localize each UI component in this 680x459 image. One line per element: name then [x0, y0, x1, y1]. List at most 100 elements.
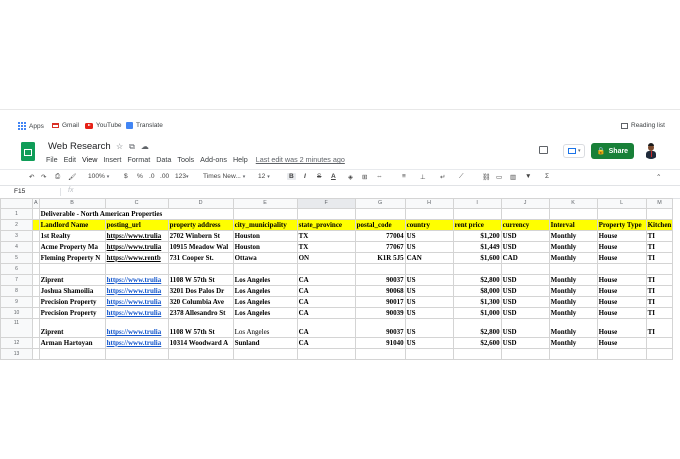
cell[interactable]: House: [596, 252, 647, 264]
cell[interactable]: [32, 337, 40, 349]
bookmark-gmail[interactable]: Gmail: [52, 122, 79, 129]
name-box[interactable]: F15: [14, 188, 25, 195]
cell[interactable]: [296, 263, 356, 275]
header-cell[interactable]: Interval: [548, 219, 598, 231]
url-cell[interactable]: https://www.trulia: [104, 296, 169, 308]
cell[interactable]: US: [404, 318, 454, 338]
cell[interactable]: 77004: [354, 230, 406, 242]
cell[interactable]: $1,300: [452, 296, 502, 308]
column-header[interactable]: G: [354, 198, 406, 209]
row-header[interactable]: 9: [0, 296, 33, 308]
cell[interactable]: [500, 208, 550, 220]
cell[interactable]: Monthly: [548, 274, 598, 286]
cell[interactable]: [104, 348, 169, 360]
cell[interactable]: $1,000: [452, 307, 502, 319]
cell[interactable]: US: [404, 274, 454, 286]
url-cell[interactable]: https://www.trulia: [104, 318, 169, 338]
cell[interactable]: TI: [645, 318, 674, 338]
cell[interactable]: [32, 348, 40, 360]
percent-button[interactable]: %: [137, 173, 143, 180]
insert-comment-icon[interactable]: ▭: [496, 173, 502, 181]
cell[interactable]: US: [404, 307, 454, 319]
url-cell[interactable]: https://www.rentb: [104, 252, 169, 264]
cell[interactable]: Sunland: [232, 337, 298, 349]
undo-icon[interactable]: ↶: [29, 173, 35, 181]
strikethrough-button[interactable]: S: [317, 173, 321, 180]
cell[interactable]: [404, 263, 454, 275]
row-header[interactable]: 12: [0, 337, 33, 349]
cell[interactable]: 320 Columbia Ave: [167, 296, 234, 308]
cell[interactable]: USD: [500, 274, 550, 286]
cell[interactable]: Los Angeles: [232, 274, 298, 286]
url-cell[interactable]: https://www.trulia: [104, 241, 169, 253]
cell[interactable]: [232, 348, 298, 360]
cell[interactable]: US: [404, 337, 454, 349]
cell[interactable]: [452, 208, 502, 220]
cell[interactable]: CAN: [404, 252, 454, 264]
cell[interactable]: 1st Realty: [38, 230, 106, 242]
column-header[interactable]: H: [404, 198, 454, 209]
header-cell[interactable]: currency: [500, 219, 550, 231]
star-icon[interactable]: ☆: [116, 142, 123, 152]
row-header[interactable]: 4: [0, 241, 33, 253]
cell[interactable]: TI: [645, 307, 674, 319]
cell[interactable]: TI: [645, 296, 674, 308]
row-header[interactable]: 10: [0, 307, 33, 319]
cell[interactable]: [452, 263, 502, 275]
cell[interactable]: House: [596, 285, 647, 297]
header-cell[interactable]: rent price: [452, 219, 502, 231]
cell[interactable]: 77067: [354, 241, 406, 253]
cell[interactable]: [32, 252, 40, 264]
sheet-heading-cell[interactable]: Deliverable - North American Properties: [38, 208, 234, 220]
cell[interactable]: [32, 307, 40, 319]
cell[interactable]: TX: [296, 241, 356, 253]
cell[interactable]: US: [404, 296, 454, 308]
cell[interactable]: Precision Property: [38, 307, 106, 319]
header-cell[interactable]: postal_code: [354, 219, 406, 231]
bold-button[interactable]: B: [287, 173, 296, 180]
zoom-select[interactable]: 100% ▾: [88, 173, 109, 180]
cell[interactable]: USD: [500, 285, 550, 297]
cell[interactable]: [645, 337, 674, 349]
menu-edit[interactable]: Edit: [64, 155, 76, 164]
cell[interactable]: [32, 318, 40, 338]
cell[interactable]: 91040: [354, 337, 406, 349]
row-header[interactable]: 5: [0, 252, 33, 264]
cell[interactable]: Ziprent: [38, 274, 106, 286]
cell[interactable]: 1108 W 57th St: [167, 318, 234, 338]
cell[interactable]: TI: [645, 274, 674, 286]
text-rotate-icon[interactable]: ⟋: [459, 173, 464, 181]
cell[interactable]: [645, 263, 674, 275]
document-title[interactable]: Web Research: [48, 141, 111, 152]
column-header[interactable]: L: [596, 198, 647, 209]
cell[interactable]: [167, 263, 234, 275]
reading-list-button[interactable]: Reading list: [621, 122, 665, 129]
cell[interactable]: TI: [645, 241, 674, 253]
cell[interactable]: [596, 208, 647, 220]
cell[interactable]: USD: [500, 337, 550, 349]
fill-color-icon[interactable]: ◈: [348, 173, 353, 181]
cell[interactable]: K1R 5J5: [354, 252, 406, 264]
functions-icon[interactable]: Σ: [545, 173, 549, 180]
cell[interactable]: USD: [500, 230, 550, 242]
cell[interactable]: 2378 Allesandro St: [167, 307, 234, 319]
header-cell[interactable]: Property Type: [596, 219, 647, 231]
cell[interactable]: [404, 348, 454, 360]
cell[interactable]: CA: [296, 296, 356, 308]
row-header[interactable]: 7: [0, 274, 33, 286]
cell[interactable]: [296, 208, 356, 220]
menu-format[interactable]: Format: [127, 155, 150, 164]
share-button[interactable]: 🔒 Share: [591, 143, 634, 159]
cell[interactable]: CA: [296, 285, 356, 297]
menu-help[interactable]: Help: [233, 155, 248, 164]
cell[interactable]: [645, 348, 674, 360]
present-button[interactable]: ▾: [563, 144, 585, 158]
cell[interactable]: Houston: [232, 241, 298, 253]
avatar[interactable]: [643, 143, 659, 159]
cell[interactable]: $1,449: [452, 241, 502, 253]
cell[interactable]: [232, 208, 298, 220]
cell[interactable]: Joshua Shamoilia: [38, 285, 106, 297]
cell[interactable]: $2,800: [452, 274, 502, 286]
cell[interactable]: Los Angeles: [232, 285, 298, 297]
column-header[interactable]: E: [232, 198, 298, 209]
